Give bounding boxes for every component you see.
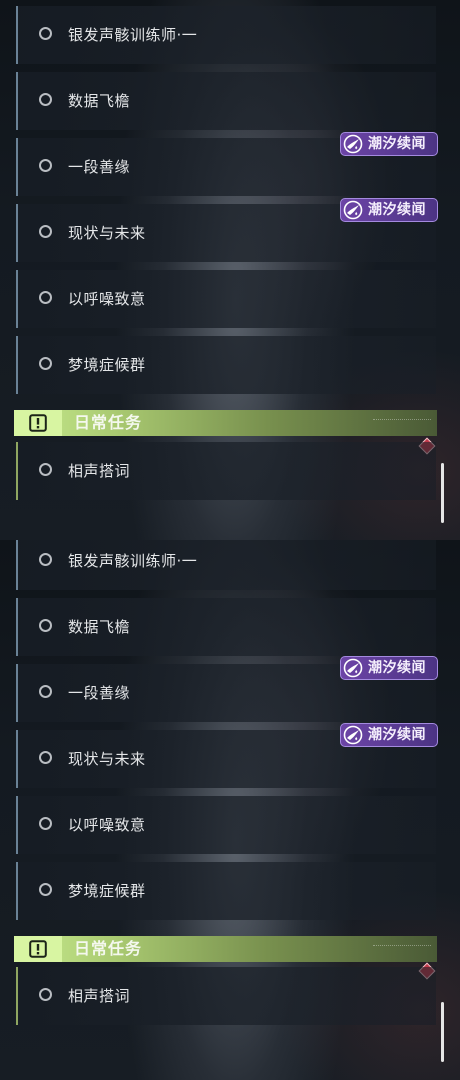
scrollbar-thumb[interactable]	[441, 463, 444, 523]
daily-quest-row[interactable]: 相声搭词	[16, 442, 436, 500]
daily-quest-row[interactable]: 相声搭词	[16, 967, 436, 1025]
quest-status-circle-icon	[39, 357, 52, 370]
quest-row[interactable]: 以呼噪致意	[16, 796, 436, 854]
tidal-tale-icon	[343, 134, 363, 154]
quest-status-circle-icon	[39, 463, 52, 476]
tidal-tale-icon	[343, 200, 363, 220]
quest-row[interactable]: 数据飞檐	[16, 72, 436, 130]
quest-label: 相声搭词	[68, 462, 131, 480]
quest-status-circle-icon	[39, 883, 52, 896]
quest-label: 银发声骸训练师·一	[68, 26, 198, 44]
quest-label: 银发声骸训练师·一	[68, 552, 198, 570]
tag-label: 潮汐续闻	[368, 136, 426, 152]
scrollbar-thumb[interactable]	[441, 1002, 444, 1062]
section-title: 日常任务	[74, 939, 143, 958]
tidal-tale-icon	[343, 658, 363, 678]
quest-label: 梦境症候群	[68, 356, 146, 374]
tidal-tale-tag: 潮汐续闻	[340, 198, 438, 222]
quest-status-circle-icon	[39, 817, 52, 830]
tag-label: 潮汐续闻	[368, 727, 426, 743]
header-decoration	[373, 419, 431, 426]
section-title: 日常任务	[74, 413, 143, 432]
quest-status-circle-icon	[39, 93, 52, 106]
quest-label: 现状与未来	[68, 224, 146, 242]
daily-quests-header[interactable]: 日常任务	[14, 936, 437, 962]
quest-list-panel: 银发声骸训练师·一 数据飞檐 一段善缘 现状与未来 以呼噪致意 梦境症候群 潮汐…	[0, 540, 460, 1080]
tag-label: 潮汐续闻	[368, 202, 426, 218]
quest-row[interactable]: 银发声骸训练师·一	[16, 540, 436, 590]
quest-row[interactable]: 以呼噪致意	[16, 270, 436, 328]
quest-list-panel: 银发声骸训练师·一 数据飞檐 一段善缘 现状与未来 以呼噪致意 梦境症候群 潮汐…	[0, 0, 460, 540]
tidal-tale-icon	[343, 725, 363, 745]
quest-row[interactable]: 银发声骸训练师·一	[16, 6, 436, 64]
tidal-tale-tag: 潮汐续闻	[340, 723, 438, 747]
quest-status-circle-icon	[39, 291, 52, 304]
header-decoration	[373, 945, 431, 952]
tidal-tale-tag: 潮汐续闻	[340, 656, 438, 680]
quest-status-circle-icon	[39, 159, 52, 172]
tidal-tale-tag: 潮汐续闻	[340, 132, 438, 156]
quest-status-circle-icon	[39, 225, 52, 238]
exclamation-icon	[29, 940, 47, 958]
quest-status-circle-icon	[39, 553, 52, 566]
quest-status-circle-icon	[39, 619, 52, 632]
tag-label: 潮汐续闻	[368, 660, 426, 676]
warn-box	[14, 936, 62, 962]
quest-label: 以呼噪致意	[68, 816, 146, 834]
warn-box	[14, 410, 62, 436]
quest-label: 相声搭词	[68, 987, 131, 1005]
quest-row[interactable]: 数据飞檐	[16, 598, 436, 656]
quest-label: 现状与未来	[68, 750, 146, 768]
exclamation-icon	[29, 414, 47, 432]
quest-label: 数据飞檐	[68, 618, 131, 636]
quest-row[interactable]: 梦境症候群	[16, 336, 436, 394]
quest-row[interactable]: 梦境症候群	[16, 862, 436, 920]
quest-label: 梦境症候群	[68, 882, 146, 900]
quest-status-circle-icon	[39, 988, 52, 1001]
quest-label: 以呼噪致意	[68, 290, 146, 308]
quest-label: 一段善缘	[68, 158, 131, 176]
quest-label: 数据飞檐	[68, 92, 131, 110]
quest-label: 一段善缘	[68, 684, 131, 702]
daily-quests-header[interactable]: 日常任务	[14, 410, 437, 436]
quest-status-circle-icon	[39, 685, 52, 698]
quest-status-circle-icon	[39, 27, 52, 40]
quest-status-circle-icon	[39, 751, 52, 764]
